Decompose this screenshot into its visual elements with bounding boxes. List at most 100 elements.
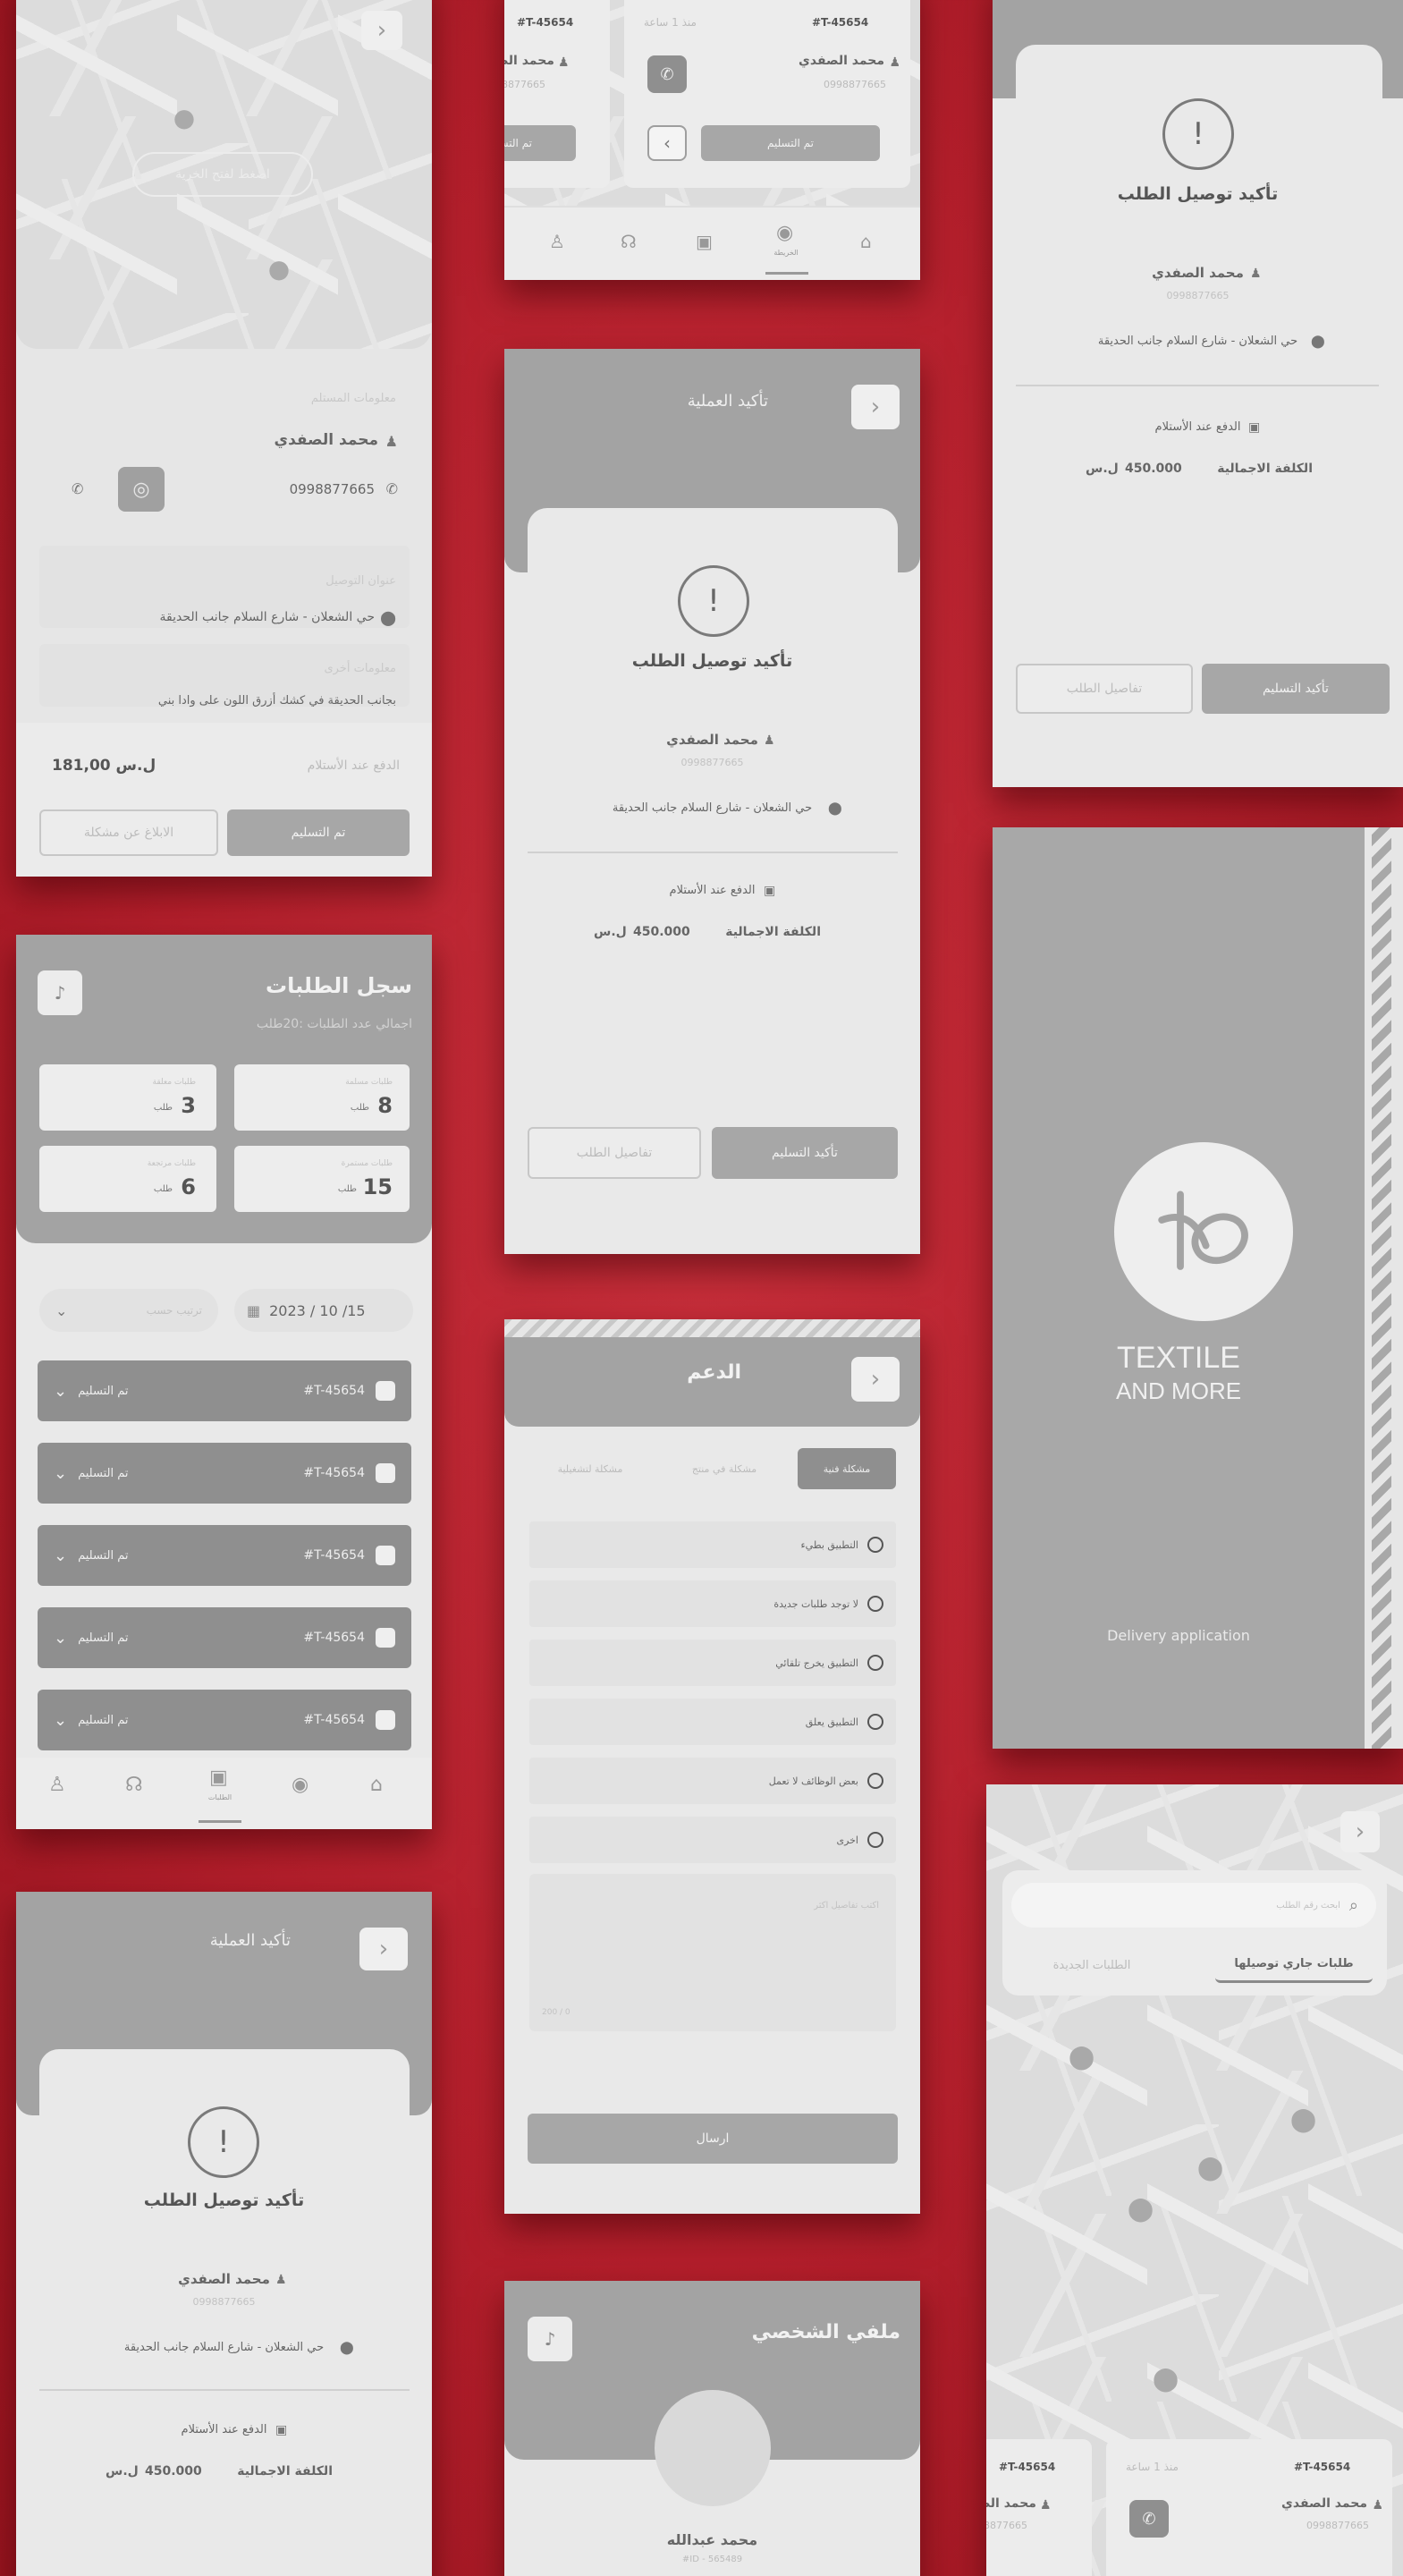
user-icon: ♟ [1040, 2498, 1052, 2512]
phone-icon[interactable]: ✆ [386, 480, 398, 497]
back-button[interactable]: › [359, 1928, 408, 1970]
table-row[interactable]: ⌄ تم التسليم #T-45654 [38, 1443, 411, 1504]
call-button[interactable]: ✆ [647, 55, 687, 93]
radio-icon[interactable] [867, 1537, 883, 1553]
radio-icon[interactable] [867, 1655, 883, 1671]
radio-icon[interactable] [867, 1596, 883, 1612]
back-chevron-icon: › [870, 394, 881, 420]
details-textarea[interactable] [529, 1874, 896, 2031]
open-map-button[interactable]: اضغط لفتح الخرية [132, 152, 313, 197]
sort-select[interactable]: ⌄ ترتيب حسب [39, 1289, 218, 1332]
radio-icon[interactable] [867, 1773, 883, 1789]
currency: ل.س [1086, 462, 1119, 476]
table-row[interactable]: ⌄ تم التسليم #T-45654 [38, 1690, 411, 1750]
payment-label: الدفع عند الأستلام [181, 2423, 267, 2436]
sort-placeholder: ترتيب حسب [146, 1304, 202, 1317]
row-status: تم التسليم [78, 1548, 129, 1563]
deliver-button[interactable]: تم التسليم [504, 125, 576, 161]
support-option[interactable]: اخرى [529, 1817, 896, 1863]
headset-icon[interactable]: ☊ [621, 231, 637, 252]
back-button[interactable]: › [1340, 1811, 1380, 1852]
notifications-button[interactable]: ♪ [38, 970, 82, 1015]
order-id: #T-45654 [812, 16, 869, 29]
date-filter[interactable]: ▦ 2023 / 10 /15 [234, 1289, 413, 1332]
table-row[interactable]: ⌄ تم التسليم #T-45654 [38, 1360, 411, 1421]
customer-info-label: معلومات المستلم [310, 392, 396, 405]
tab-new-orders[interactable]: الطلبات الجديدة [1013, 1947, 1171, 1983]
support-option[interactable]: التطبيق يعلق [529, 1699, 896, 1745]
back-chevron-icon: › [376, 17, 387, 44]
profile-icon[interactable]: ♙ [549, 231, 565, 252]
back-button[interactable]: › [851, 1357, 900, 1402]
nav-underline [199, 1820, 241, 1823]
deliver-button[interactable]: تم التسليم [227, 809, 410, 856]
table-row[interactable]: ⌄ تم التسليم #T-45654 [38, 1525, 411, 1586]
deliver-button[interactable]: تم التسليم [701, 125, 880, 161]
order-details-button[interactable]: تفاصيل الطلب [528, 1127, 701, 1179]
char-counter: 200 / 0 [542, 2008, 570, 2017]
currency: ل.س [106, 2464, 139, 2479]
chevron-down-icon[interactable]: ⌄ [54, 1382, 67, 1401]
avatar[interactable] [655, 2390, 771, 2506]
support-option[interactable]: التطبيق يخرج تلقائي [529, 1640, 896, 1686]
tab-product[interactable]: مشكلة في منتج [662, 1448, 787, 1489]
nav-underline [765, 272, 808, 275]
stat-value: 8 [377, 1093, 393, 1118]
option-label: التطبيق يعلق [805, 1716, 858, 1728]
notifications-button[interactable]: ♪ [528, 2317, 572, 2361]
back-button[interactable]: › [851, 385, 900, 429]
table-row[interactable]: ⌄ تم التسليم #T-45654 [38, 1607, 411, 1668]
phone-icon[interactable]: ✆ [72, 480, 83, 497]
tab-in-delivery[interactable]: طلبات جاري توصيلها [1215, 1947, 1373, 1983]
phone-icon: ✆ [1142, 2509, 1156, 2529]
whatsapp-button[interactable]: ◎ [118, 467, 165, 512]
chevron-down-icon[interactable]: ⌄ [54, 1546, 67, 1565]
user-icon: ♟ [889, 55, 900, 70]
stat-unit: طلب [337, 1184, 357, 1194]
payment-label: الدفع عند الأستلام [669, 884, 756, 897]
page-title: سجل الطلبات [265, 973, 412, 998]
call-button[interactable]: ✆ [1129, 2500, 1169, 2538]
customer-phone: 0998877665 [504, 79, 545, 90]
bell-icon: ♪ [54, 982, 66, 1004]
home-icon[interactable]: ⌂ [370, 1774, 383, 1796]
brand-line1: TEXTILE [1117, 1341, 1240, 1375]
tab-operational[interactable]: مشكلة لتشغيلية [528, 1448, 653, 1489]
home-icon[interactable]: ⌂ [860, 231, 872, 252]
profile-icon[interactable]: ♙ [48, 1774, 66, 1796]
payment-label: الدفع عند الأستلام [1154, 420, 1241, 434]
support-option[interactable]: لا توجد طلبات جديدة [529, 1580, 896, 1627]
map-pin-icon[interactable]: ◉ [292, 1774, 308, 1796]
search-input[interactable]: ابحث رقم الطلب ⌕ [1011, 1883, 1376, 1928]
map-pin-icon[interactable]: ◉ [776, 222, 793, 244]
headset-icon[interactable]: ☊ [125, 1774, 143, 1796]
page-title: الدعم [687, 1361, 741, 1384]
confirm-heading: تأكيد توصيل الطلب [631, 651, 793, 671]
customer-name: محمد الصفدي [666, 732, 758, 748]
prev-button[interactable]: ‹ [647, 125, 687, 161]
customer-phone: 0998877665 [824, 79, 886, 90]
back-button[interactable]: › [361, 11, 402, 50]
chevron-down-icon[interactable]: ⌄ [54, 1629, 67, 1648]
chevron-down-icon[interactable]: ⌄ [54, 1711, 67, 1730]
stat-value: 15 [362, 1174, 393, 1199]
support-option[interactable]: بعض الوظائف لا تعمل [529, 1758, 896, 1804]
customer-name: محمد الصفدي [178, 2271, 270, 2287]
confirm-heading: تأكيد توصيل الطلب [1117, 184, 1279, 204]
orders-icon[interactable]: ▣ [696, 231, 713, 252]
report-problem-button[interactable]: الابلاغ عن مشكلة [39, 809, 218, 856]
orders-icon[interactable]: ▣ [209, 1767, 228, 1789]
whatsapp-icon: ◎ [132, 478, 150, 501]
confirm-delivery-button[interactable]: تأكيد التسليم [1202, 664, 1390, 714]
tab-technical[interactable]: مشكلة فنية [798, 1448, 896, 1489]
order-details-button[interactable]: تفاصيل الطلب [1016, 664, 1193, 714]
page-title: تأكيد العملية [209, 1931, 291, 1950]
exclamation-icon: ! [1162, 98, 1234, 170]
support-option[interactable]: التطبيق بطيء [529, 1521, 896, 1568]
confirm-delivery-button[interactable]: تأكيد التسليم [712, 1127, 898, 1179]
chevron-down-icon[interactable]: ⌄ [54, 1464, 67, 1483]
profile-id: #ID - 565489 [681, 2555, 743, 2564]
send-button[interactable]: ارسال [528, 2114, 898, 2164]
radio-icon[interactable] [867, 1832, 883, 1848]
radio-icon[interactable] [867, 1714, 883, 1730]
